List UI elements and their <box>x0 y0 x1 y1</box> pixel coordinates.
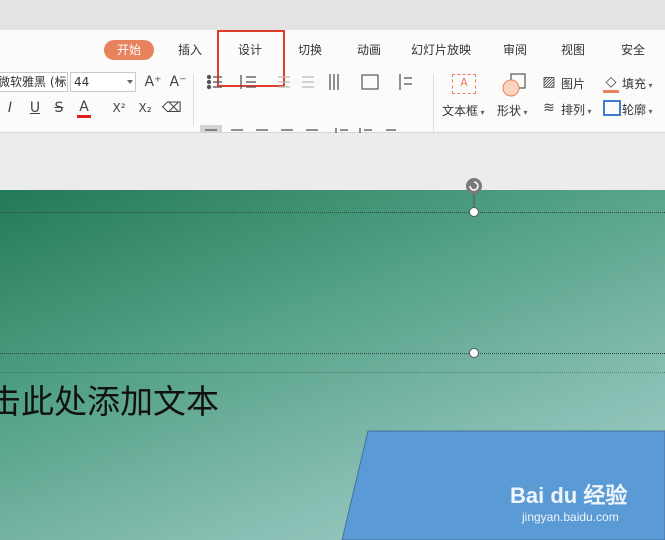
rotate-handle[interactable] <box>463 176 485 210</box>
align-text-icon <box>361 74 379 90</box>
shape-icon[interactable] <box>500 72 530 98</box>
clear-format-icon[interactable]: ⌫ <box>162 100 182 116</box>
font-size-select[interactable]: 44 <box>70 72 136 92</box>
chevron-down-icon <box>59 80 65 84</box>
chevron-down-icon <box>127 80 133 84</box>
indent-icons <box>278 76 314 88</box>
tab-security[interactable]: 安全 <box>621 40 645 60</box>
text-frame-icon <box>399 74 412 90</box>
fill-button[interactable]: 填充 ▾ <box>622 75 653 92</box>
italic-icon[interactable]: I <box>4 100 16 116</box>
shrink-font-icon[interactable]: A⁻ <box>168 74 188 90</box>
canvas-margin <box>0 133 665 190</box>
tab-slideshow[interactable]: 幻灯片放映 <box>411 40 471 60</box>
tab-home[interactable]: 开始 <box>104 40 155 60</box>
subscript-icon[interactable]: X₂ <box>134 100 156 116</box>
textbox-button[interactable]: 文本框 ▾ <box>442 102 485 119</box>
picture-button[interactable]: 图片 <box>561 75 585 92</box>
font-family-value: 微软雅黑 (标题 <box>0 75 67 89</box>
superscript-icon[interactable]: X² <box>108 100 130 116</box>
ribbon: 开始 插入 设计 切换 动画 幻灯片放映 审阅 视图 安全 微软雅黑 (标题 4… <box>0 30 665 156</box>
underline-icon[interactable]: U <box>28 100 42 116</box>
text-direction-icon <box>329 74 339 90</box>
textbox-icon[interactable]: A <box>452 74 476 94</box>
outline-button[interactable]: 轮廓 ▾ <box>622 101 653 118</box>
font-family-select[interactable]: 微软雅黑 (标题 <box>0 72 68 92</box>
tab-view[interactable]: 视图 <box>561 40 585 60</box>
numbered-list-icon <box>240 75 256 89</box>
tab-transition[interactable]: 切换 <box>298 40 322 60</box>
divider <box>193 74 194 126</box>
tab-insert[interactable]: 插入 <box>178 40 202 60</box>
title-bar-strip <box>0 0 665 30</box>
shape-button[interactable]: 形状 ▾ <box>497 102 528 119</box>
slide-canvas[interactable]: 击此处添加文本 Bai du 经验 jingyan.baidu.com <box>0 190 665 540</box>
tab-review[interactable]: 审阅 <box>503 40 527 60</box>
bullet-list-icon <box>206 74 222 90</box>
font-color-icon[interactable]: A <box>77 99 91 118</box>
picture-icon: ▨ <box>542 74 556 90</box>
watermark-url: jingyan.baidu.com <box>522 510 619 524</box>
fill-icon: ◇ <box>603 74 619 93</box>
watermark-logo: Bai du 经验 <box>510 483 628 508</box>
grow-font-icon[interactable]: A⁺ <box>143 74 163 90</box>
outline-icon <box>603 100 621 116</box>
font-size-value: 44 <box>74 75 90 89</box>
strikethrough-icon[interactable]: S <box>52 100 66 116</box>
arrange-button[interactable]: 排列 ▾ <box>561 101 592 118</box>
tab-animation[interactable]: 动画 <box>357 40 381 60</box>
layers-icon: ≋ <box>543 100 555 116</box>
